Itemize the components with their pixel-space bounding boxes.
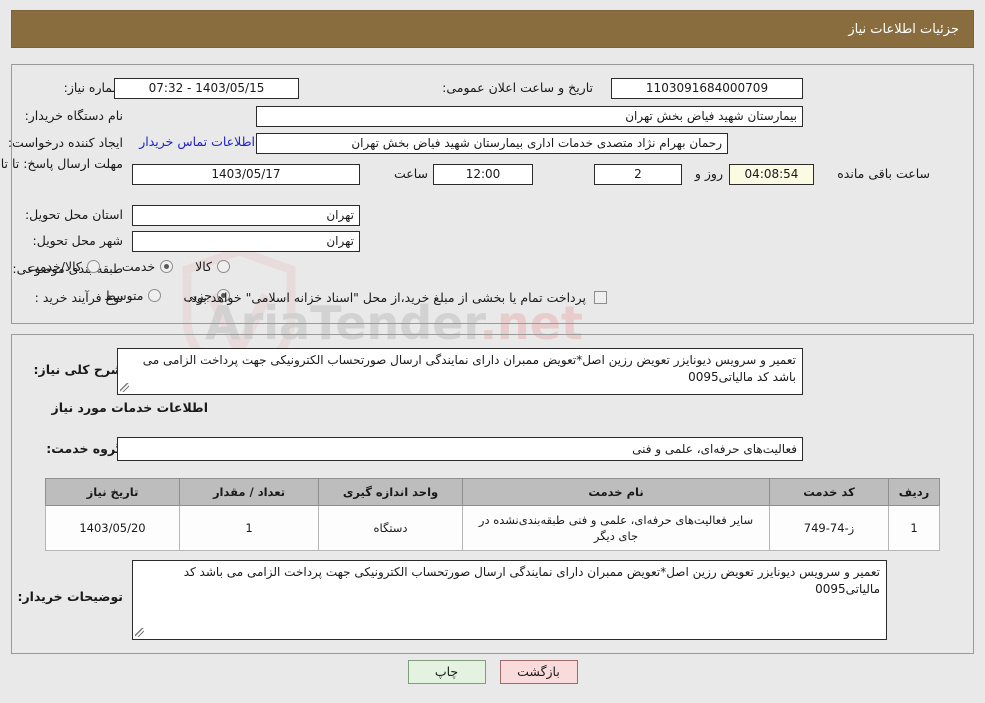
page-title: جزئیات اطلاعات نیاز (848, 21, 959, 37)
days-label: روز و (694, 166, 723, 181)
th-service-name: نام خدمت (462, 478, 770, 506)
category-option-kala-khedmat-label: کالا/خدمت (27, 259, 82, 274)
treasury-checkbox[interactable] (594, 291, 607, 304)
buyer-notes-field-wrap: تعمیر و سرویس دیونایزر تعویض رزین اصل*تع… (132, 560, 887, 640)
th-unit: واحد اندازه گیری (318, 478, 463, 506)
th-need-date: تاریخ نیاز (45, 478, 180, 506)
announce-label-wrap: تاریخ و ساعت اعلان عمومی: (442, 80, 593, 95)
buyer-notes-label-wrap: توضیحات خریدار: (17, 589, 123, 604)
deadline-date-field-wrap: 1403/05/17 (132, 164, 360, 185)
table-row: 1 ز-74-749 سایر فعالیت‌های حرفه‌ای، علمی… (45, 505, 940, 551)
need-description-label: شرح کلی نیاز: (33, 362, 123, 377)
cell-service-name: سایر فعالیت‌های حرفه‌ای، علمی و فنی طبقه… (462, 505, 770, 551)
page-header-bar: جزئیات اطلاعات نیاز (11, 10, 974, 48)
contact-link-wrap: اطلاعات تماس خریدار (139, 134, 255, 149)
need-description-field-wrap: تعمیر و سرویس دیونایزر تعویض رزین اصل*تع… (117, 348, 803, 395)
page-root: AriaTender.net جزئیات اطلاعات نیاز شماره… (0, 0, 985, 703)
treasury-wrap: پرداخت تمام یا بخشی از مبلغ خرید،از محل … (187, 290, 607, 305)
print-button[interactable]: چاپ (407, 660, 486, 684)
announce-date-label: تاریخ و ساعت اعلان عمومی: (442, 80, 593, 95)
deadline-time-field-wrap: 12:00 (433, 164, 533, 185)
category-option-khedmat[interactable]: خدمت (121, 259, 174, 274)
category-options: کالا خدمت کالا/خدمت (5, 259, 230, 274)
service-group-label: گروه خدمت: (46, 441, 123, 456)
buyer-org-field-wrap: بیمارستان شهید فیاض بخش تهران (256, 106, 803, 127)
buyer-org-label-wrap: نام دستگاه خریدار: (25, 108, 123, 123)
province-value[interactable]: تهران (132, 205, 360, 226)
creator-label-wrap: ایجاد کننده درخواست: (8, 135, 123, 150)
items-table: ردیف کد خدمت نام خدمت واحد اندازه گیری ت… (45, 478, 940, 551)
deadline-time-label-wrap: ساعت (394, 166, 428, 181)
creator-value[interactable]: رحمان بهرام نژاد متصدی خدمات اداری بیمار… (256, 133, 728, 154)
need-description-value[interactable]: تعمیر و سرویس دیونایزر تعویض رزین اصل*تع… (117, 348, 803, 395)
category-option-khedmat-label: خدمت (121, 259, 156, 274)
creator-label: ایجاد کننده درخواست: (7, 135, 123, 150)
need-number-field-wrap: 1103091684000709 (611, 78, 803, 99)
category-option-kala[interactable]: کالا (195, 259, 230, 274)
category-radio-kala-khedmat[interactable] (86, 260, 100, 273)
back-button[interactable]: بازگشت (499, 660, 578, 684)
days-remaining-value[interactable]: 2 (594, 164, 682, 185)
countdown-timer: 04:08:54 (729, 164, 814, 185)
process-option-motavaset-label: متوسط (104, 288, 144, 303)
th-service-code: کد خدمت (769, 478, 889, 506)
cell-need-date: 1403/05/20 (45, 505, 180, 551)
province-field-wrap: تهران (132, 205, 360, 226)
buyer-org-label: نام دستگاه خریدار: (24, 108, 123, 123)
days-remaining-field-wrap: 2 (594, 164, 682, 185)
th-row-no: ردیف (888, 478, 940, 506)
services-section-heading: اطلاعات خدمات مورد نیاز (51, 400, 209, 415)
items-table-wrap: ردیف کد خدمت نام خدمت واحد اندازه گیری ت… (45, 478, 940, 551)
deadline-label-wrap: مهلت ارسال پاسخ: تا تاریخ: (0, 156, 123, 172)
process-option-motavaset[interactable]: متوسط (104, 288, 162, 303)
city-label: شهر محل تحویل: (32, 233, 123, 248)
deadline-label: مهلت ارسال پاسخ: تا تاریخ: (0, 156, 123, 171)
province-label: استان محل تحویل: (24, 207, 123, 222)
category-option-kala-label: کالا (195, 259, 212, 274)
category-radio-kala[interactable] (217, 260, 230, 273)
need-number-value[interactable]: 1103091684000709 (611, 78, 803, 99)
city-value[interactable]: تهران (132, 231, 360, 252)
treasury-text: پرداخت تمام یا بخشی از مبلغ خرید،از محل … (187, 290, 586, 305)
announce-date-value[interactable]: 1403/05/15 - 07:32 (114, 78, 299, 99)
countdown-suffix-label: ساعت باقی مانده (837, 166, 930, 181)
service-group-field-wrap: فعالیت‌های حرفه‌ای، علمی و فنی (117, 437, 803, 461)
table-header-row: ردیف کد خدمت نام خدمت واحد اندازه گیری ت… (45, 478, 940, 506)
province-label-wrap: استان محل تحویل: (25, 207, 123, 222)
process-radio-motavaset[interactable] (148, 289, 162, 302)
category-radio-khedmat[interactable] (160, 260, 174, 273)
th-quantity: تعداد / مقدار (179, 478, 319, 506)
cell-unit: دستگاه (318, 505, 463, 551)
need-info-panel (11, 64, 974, 324)
service-group-value[interactable]: فعالیت‌های حرفه‌ای، علمی و فنی (117, 437, 803, 461)
service-group-label-wrap: گروه خدمت: (46, 441, 123, 456)
need-description-label-wrap: شرح کلی نیاز: (34, 362, 123, 377)
creator-field-wrap: رحمان بهرام نژاد متصدی خدمات اداری بیمار… (256, 133, 728, 154)
city-label-wrap: شهر محل تحویل: (33, 233, 123, 248)
cell-row-no: 1 (888, 505, 940, 551)
deadline-time-label: ساعت (393, 166, 428, 181)
buyer-notes-label: توضیحات خریدار: (17, 589, 123, 604)
buyer-contact-link[interactable]: اطلاعات تماس خریدار (139, 134, 255, 149)
cell-service-code: ز-74-749 (769, 505, 889, 551)
buyer-notes-value[interactable]: تعمیر و سرویس دیونایزر تعویض رزین اصل*تع… (132, 560, 887, 640)
buyer-org-value[interactable]: بیمارستان شهید فیاض بخش تهران (256, 106, 803, 127)
days-label-wrap: روز و (695, 166, 723, 181)
footer-button-bar: بازگشت چاپ (0, 660, 985, 684)
cell-quantity: 1 (179, 505, 319, 551)
category-option-kala-khedmat[interactable]: کالا/خدمت (27, 259, 100, 274)
announce-field-wrap: 1403/05/15 - 07:32 (114, 78, 299, 99)
countdown-field-wrap: 04:08:54 (729, 164, 814, 185)
countdown-suffix-wrap: ساعت باقی مانده (837, 166, 930, 181)
deadline-time-value[interactable]: 12:00 (433, 164, 533, 185)
deadline-date-value[interactable]: 1403/05/17 (132, 164, 360, 185)
city-field-wrap: تهران (132, 231, 360, 252)
